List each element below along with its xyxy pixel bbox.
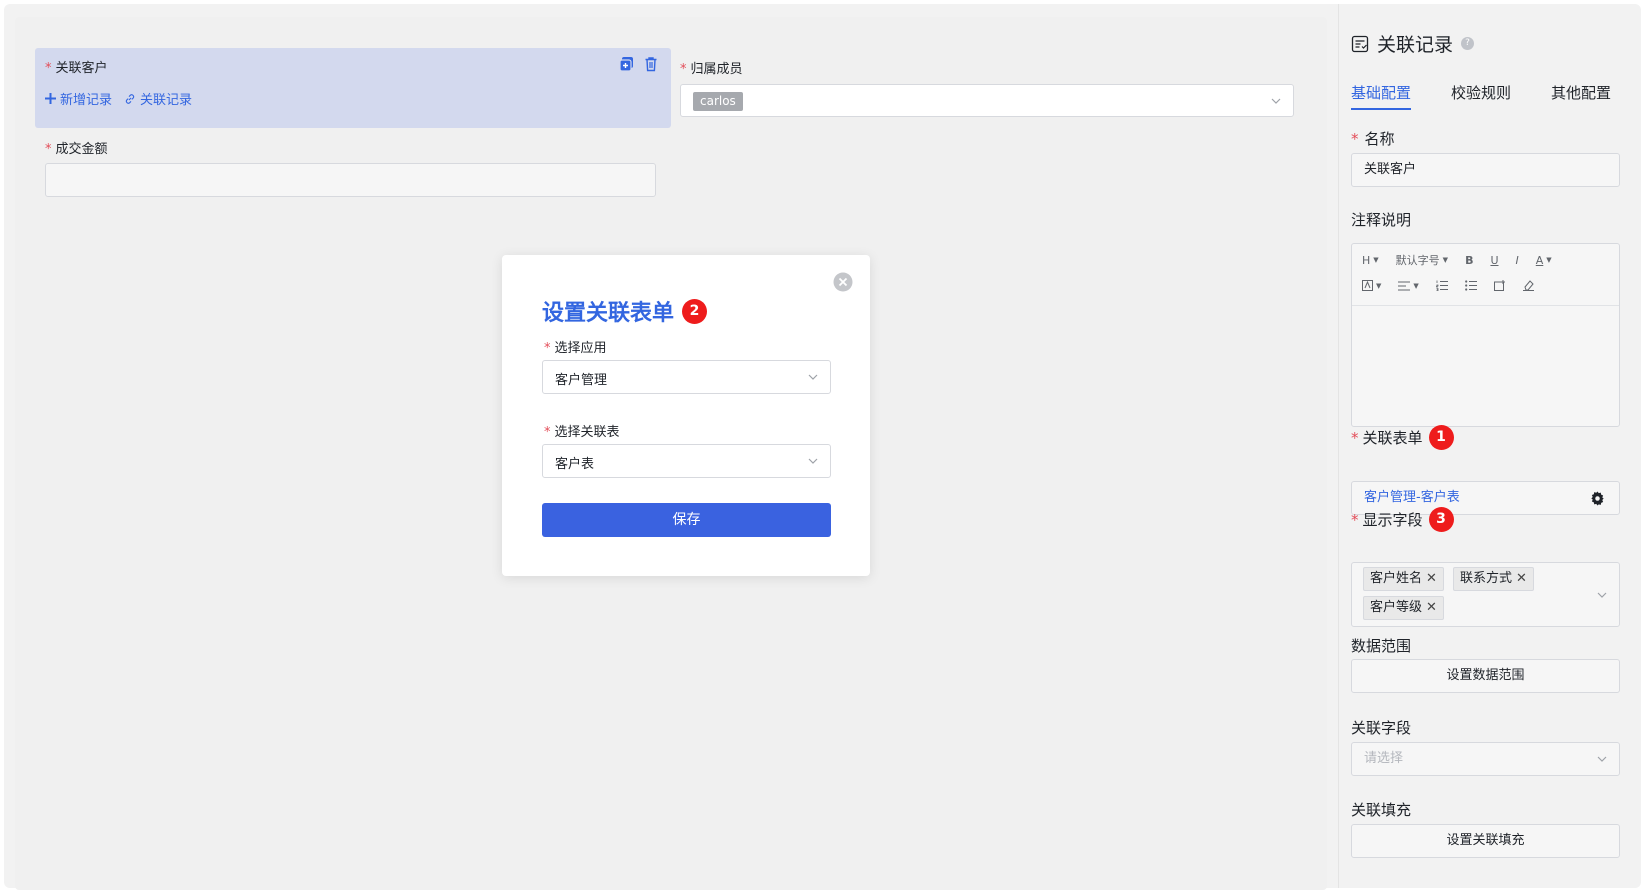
chevron-down-icon	[1597, 592, 1607, 598]
app-select[interactable]: 客户管理	[542, 360, 831, 394]
note-rich-text-editor[interactable]: H ▼ 默认字号 ▼ B U I A ▼ ▼ ▼	[1351, 243, 1620, 427]
bullet-list-icon[interactable]	[1464, 280, 1477, 291]
add-record-link[interactable]: 新增记录	[45, 89, 112, 108]
plus-icon	[45, 93, 56, 104]
link-record-link[interactable]: 关联记录	[124, 89, 192, 108]
close-icon[interactable]	[833, 272, 853, 292]
background-color-icon[interactable]: ▼	[1362, 280, 1381, 291]
amount-field-label: 成交金额	[55, 142, 108, 157]
heading-icon[interactable]: H ▼	[1362, 254, 1379, 267]
display-field-chip: 联系方式 ✕	[1453, 567, 1534, 591]
chevron-down-icon	[1271, 98, 1281, 104]
linked-form-value: 客户管理-客户表	[1364, 490, 1460, 505]
step-badge-1: 1	[1428, 425, 1454, 450]
bold-icon[interactable]: B	[1465, 254, 1473, 267]
required-mark: *	[45, 61, 52, 76]
ordered-list-icon[interactable]	[1435, 280, 1448, 291]
member-field-label-wrap: * 归属成员	[680, 62, 743, 77]
tab-basic-config[interactable]: 基础配置	[1351, 82, 1412, 110]
name-label: 名称	[1364, 130, 1395, 148]
step-badge-2: 2	[682, 298, 708, 324]
member-tag: carlos	[693, 92, 743, 111]
link-field-placeholder: 请选择	[1364, 751, 1404, 766]
chevron-down-icon	[808, 458, 818, 464]
link-field-select[interactable]: 请选择	[1351, 742, 1620, 776]
properties-panel: 关联记录 ? 基础配置 校验规则 其他配置 * 名称 关联客户 注释说明 H ▼ 默…	[1339, 4, 1641, 888]
link-icon	[125, 93, 135, 104]
underline-icon[interactable]: U	[1490, 254, 1498, 267]
chevron-down-icon	[1597, 756, 1607, 762]
link-form-modal: 设置关联表单 2 * 选择应用 客户管理 * 选择关联表 客户表 保存	[502, 255, 870, 576]
display-fields-select[interactable]: 客户姓名 ✕ 联系方式 ✕ 客户等级 ✕	[1351, 562, 1620, 627]
form-record-icon	[1351, 35, 1369, 52]
modal-title-wrap: 设置关联表单 2	[542, 295, 708, 327]
member-field-label: 归属成员	[690, 62, 743, 77]
italic-icon[interactable]: I	[1516, 254, 1519, 267]
panel-title: 关联记录	[1377, 34, 1454, 56]
data-range-label: 数据范围	[1351, 637, 1412, 655]
insert-image-icon[interactable]	[1493, 280, 1506, 291]
remove-chip-icon[interactable]: ✕	[1516, 571, 1527, 586]
note-label: 注释说明	[1351, 211, 1412, 229]
table-select[interactable]: 客户表	[542, 444, 831, 478]
table-select-value: 客户表	[555, 457, 595, 472]
amount-input[interactable]	[45, 163, 656, 197]
delete-icon[interactable]	[643, 56, 659, 72]
display-fields-label: 显示字段	[1362, 511, 1423, 529]
member-select[interactable]: carlos	[680, 84, 1294, 117]
name-input[interactable]: 关联客户	[1351, 153, 1620, 187]
app-select-value: 客户管理	[555, 373, 608, 388]
linked-form-label: 关联表单	[1362, 429, 1423, 447]
copy-icon[interactable]	[619, 56, 635, 72]
set-link-fill-button[interactable]: 设置关联填充	[1351, 824, 1620, 858]
display-field-chip: 客户等级 ✕	[1363, 596, 1444, 620]
link-field-label: 关联字段	[1351, 719, 1412, 737]
help-icon[interactable]: ?	[1461, 37, 1475, 50]
remove-chip-icon[interactable]: ✕	[1426, 600, 1437, 615]
step-badge-3: 3	[1428, 507, 1454, 532]
link-fill-label: 关联填充	[1351, 801, 1412, 819]
amount-field-label-wrap: * 成交金额	[45, 142, 108, 157]
customer-field-label: 关联客户	[55, 61, 108, 76]
customer-link-field[interactable]: * 关联客户 新增记录 关联记录	[35, 48, 671, 128]
font-size-select[interactable]: 默认字号 ▼	[1396, 252, 1448, 268]
display-field-chip: 客户姓名 ✕	[1363, 567, 1444, 591]
app-select-label: 选择应用	[554, 341, 607, 356]
font-color-icon[interactable]: A ▼	[1536, 254, 1552, 267]
align-icon[interactable]: ▼	[1398, 281, 1419, 291]
modal-title: 设置关联表单	[542, 301, 675, 326]
chevron-down-icon	[808, 374, 818, 380]
table-select-label: 选择关联表	[554, 425, 620, 440]
editor-toolbar: H ▼ 默认字号 ▼ B U I A ▼ ▼ ▼	[1352, 244, 1619, 306]
set-data-range-button[interactable]: 设置数据范围	[1351, 659, 1620, 693]
panel-tabs: 基础配置 校验规则 其他配置	[1351, 82, 1611, 110]
remove-chip-icon[interactable]: ✕	[1426, 571, 1437, 586]
tab-validation-rules[interactable]: 校验规则	[1451, 82, 1511, 110]
tab-other-config[interactable]: 其他配置	[1551, 82, 1611, 110]
clear-format-icon[interactable]	[1522, 280, 1535, 291]
save-button[interactable]: 保存	[542, 503, 831, 537]
gear-icon[interactable]	[1590, 491, 1605, 506]
